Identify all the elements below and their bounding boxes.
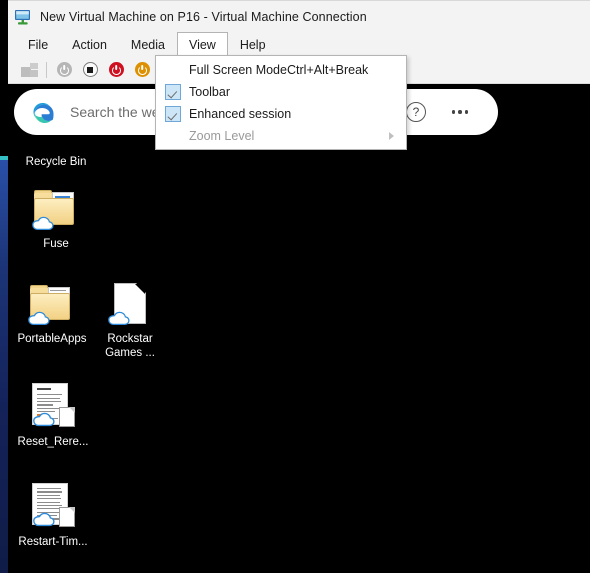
onedrive-cloud-badge-icon bbox=[108, 311, 130, 326]
desktop-icon-portableapps[interactable]: PortableApps bbox=[10, 280, 94, 346]
desktop-icon-label: Reset_Rere... bbox=[17, 436, 89, 448]
desktop-icon-rockstar-games[interactable]: Rockstar Games ... bbox=[88, 280, 172, 360]
menu-item-label: Full Screen Mode bbox=[189, 63, 287, 77]
title-bar: New Virtual Machine on P16 - Virtual Mac… bbox=[8, 0, 590, 32]
desktop-icon-label: PortableApps bbox=[17, 333, 87, 345]
start-power-icon[interactable] bbox=[51, 59, 77, 81]
menu-view-label: View bbox=[188, 37, 216, 52]
menu-media-label: Media bbox=[130, 37, 165, 52]
background-window-sliver bbox=[0, 160, 8, 573]
chevron-right-icon bbox=[389, 132, 394, 140]
menu-help[interactable]: Help bbox=[228, 32, 278, 56]
onedrive-cloud-badge-icon bbox=[33, 412, 55, 427]
menu-file-label: File bbox=[28, 37, 49, 52]
reset-icon[interactable] bbox=[129, 59, 155, 81]
more-options-icon[interactable] bbox=[448, 110, 472, 114]
toolbar-separator-1 bbox=[46, 61, 47, 78]
menu-item-label: Enhanced session bbox=[189, 107, 292, 121]
menu-item-zoom-level: Zoom Level bbox=[156, 125, 406, 147]
menu-action[interactable]: Action bbox=[60, 32, 119, 56]
menu-item-toolbar[interactable]: Toolbar bbox=[156, 81, 406, 103]
menu-item-shortcut: Ctrl+Alt+Break bbox=[287, 63, 369, 77]
desktop-icon-label: Recycle Bin bbox=[25, 156, 87, 168]
folder-icon bbox=[28, 280, 76, 328]
window-title: New Virtual Machine on P16 - Virtual Mac… bbox=[40, 9, 367, 24]
vmconnect-screenshot: New Virtual Machine on P16 - Virtual Mac… bbox=[0, 0, 590, 573]
menu-media[interactable]: Media bbox=[119, 32, 177, 56]
menu-item-label: Zoom Level bbox=[189, 129, 255, 143]
desktop-icon-fuse[interactable]: Fuse bbox=[14, 185, 98, 251]
checkbox-checked-icon[interactable] bbox=[165, 84, 181, 100]
menu-bar: File Action Media View Help bbox=[8, 32, 590, 56]
desktop-icon-label: Restart-Tim... bbox=[18, 536, 88, 548]
document-thumbnail-icon bbox=[29, 383, 77, 431]
checkbox-indicator bbox=[165, 128, 181, 144]
menu-item-full-screen-mode[interactable]: Full Screen Mode Ctrl+Alt+Break bbox=[156, 59, 406, 81]
menu-action-label: Action bbox=[72, 37, 107, 52]
vm-desktop: Search the web ? Recycle Bin Fuse Portab… bbox=[8, 85, 590, 573]
onedrive-cloud-badge-icon bbox=[33, 512, 55, 527]
view-dropdown-menu: Full Screen Mode Ctrl+Alt+Break Toolbar … bbox=[155, 55, 407, 150]
turn-off-icon[interactable] bbox=[77, 59, 103, 81]
menu-help-label: Help bbox=[239, 37, 266, 52]
menu-view[interactable]: View bbox=[176, 32, 228, 56]
checkbox-checked-icon[interactable] bbox=[165, 106, 181, 122]
checkbox-indicator bbox=[165, 62, 181, 78]
desktop-icon-reset-rere[interactable]: Reset_Rere... bbox=[11, 383, 95, 449]
menu-item-label: Toolbar bbox=[189, 85, 230, 99]
save-icon[interactable] bbox=[16, 59, 42, 81]
onedrive-cloud-badge-icon bbox=[32, 216, 54, 231]
edge-logo-icon bbox=[32, 100, 56, 124]
document-icon bbox=[106, 280, 154, 328]
onedrive-cloud-badge-icon bbox=[28, 311, 50, 326]
document-thumbnail-icon bbox=[29, 483, 77, 531]
desktop-icon-label: Fuse bbox=[43, 238, 69, 250]
folder-icon bbox=[32, 185, 80, 233]
help-icon[interactable]: ? bbox=[406, 102, 426, 122]
shut-down-icon[interactable] bbox=[103, 59, 129, 81]
menu-file[interactable]: File bbox=[16, 32, 60, 56]
desktop-icon-restart-tim[interactable]: Restart-Tim... bbox=[11, 483, 95, 549]
menu-item-enhanced-session[interactable]: Enhanced session bbox=[156, 103, 406, 125]
desktop-icon-label: Rockstar Games ... bbox=[105, 333, 155, 359]
vm-monitor-icon bbox=[14, 8, 32, 26]
